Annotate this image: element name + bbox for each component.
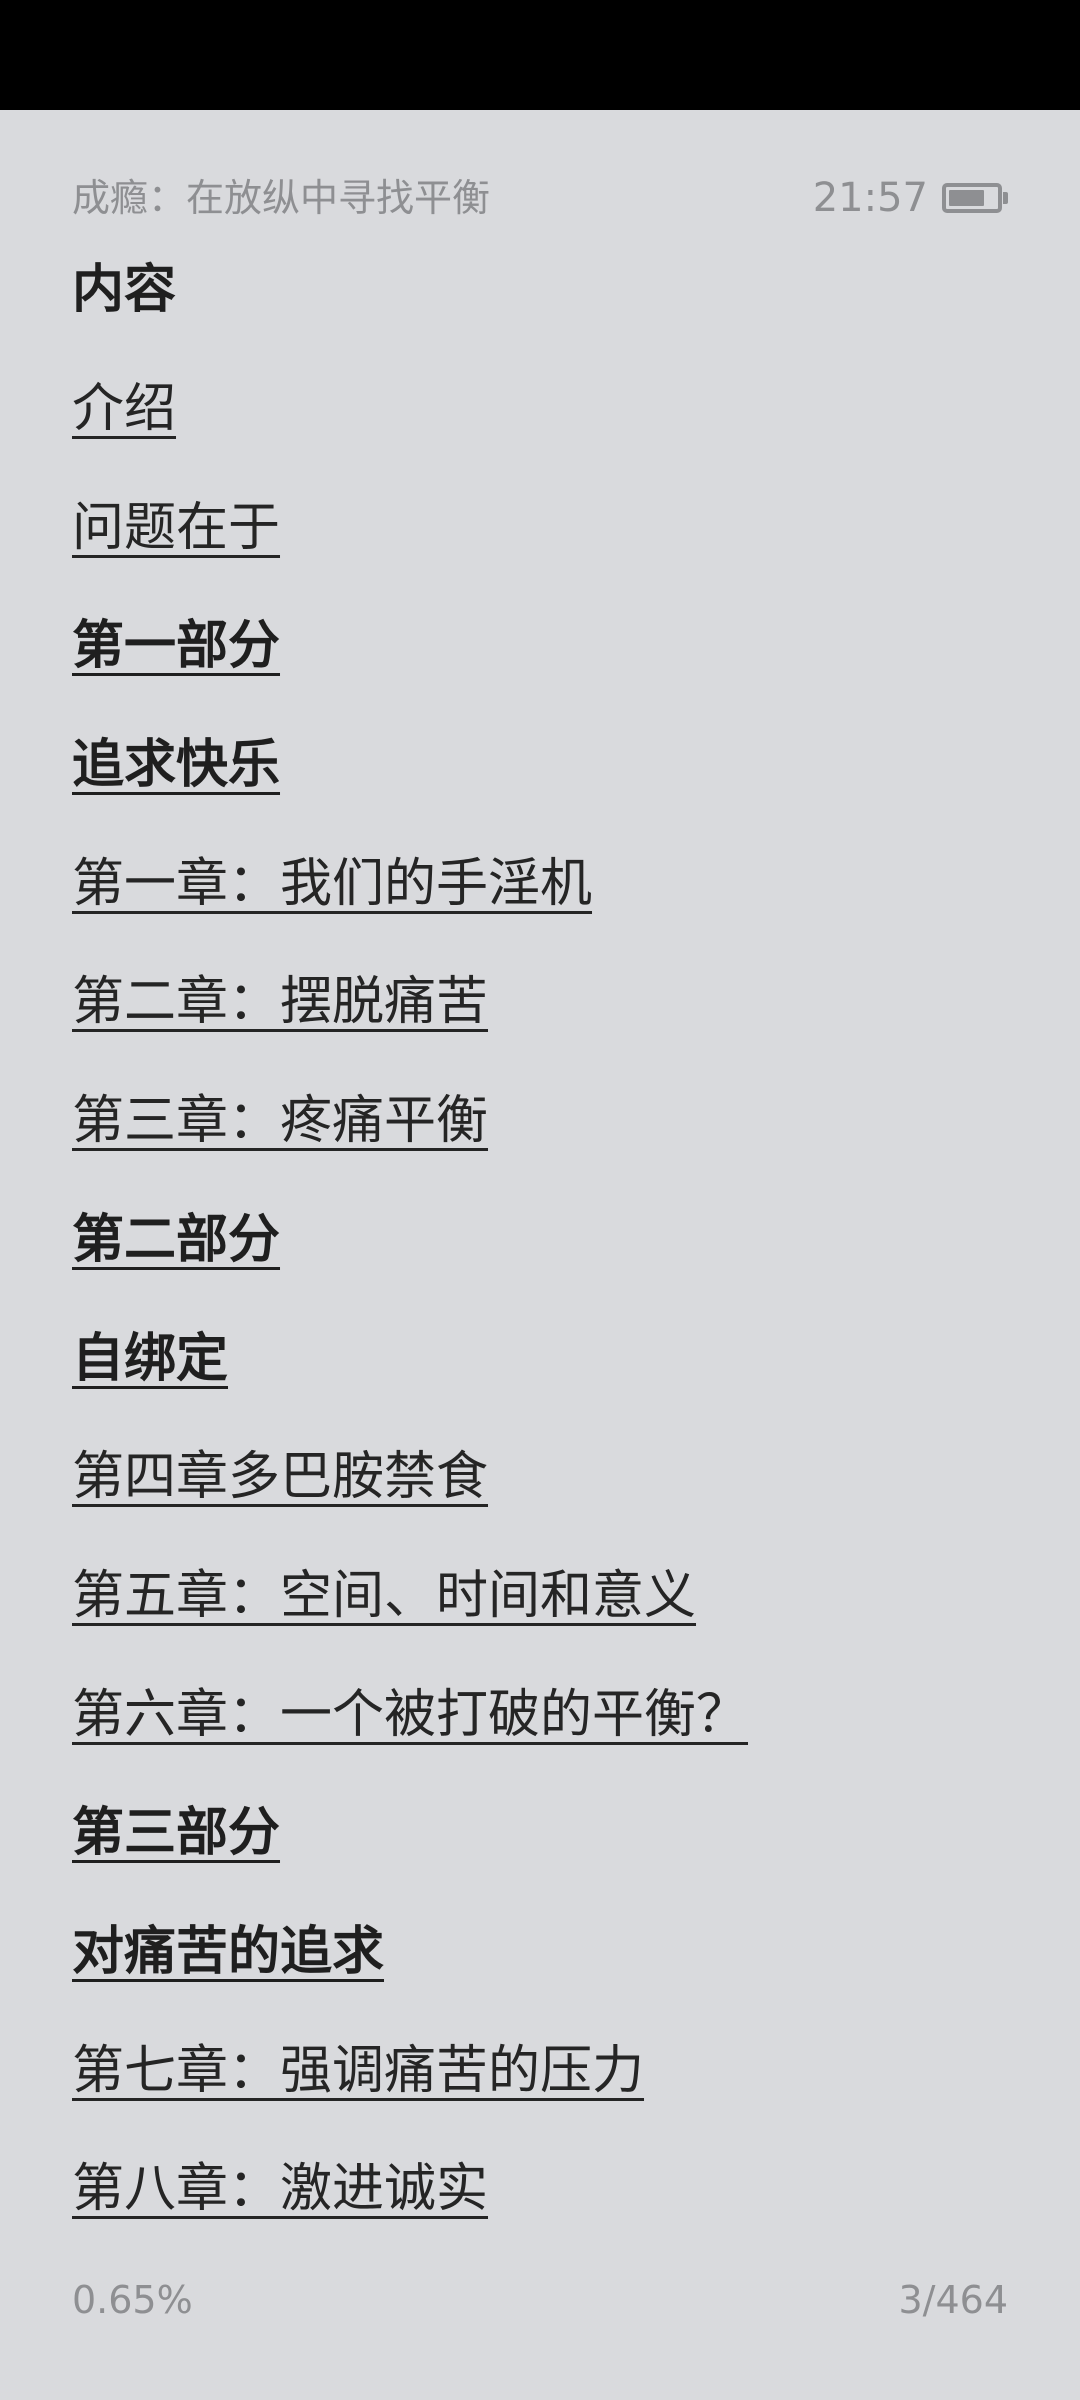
toc-item[interactable]: 问题在于	[72, 492, 1008, 611]
toc-item[interactable]: 第二部分	[72, 1204, 1008, 1323]
toc-item-label[interactable]: 自绑定	[72, 1329, 228, 1389]
reading-progress: 0.65%	[72, 2278, 193, 2322]
toc-item[interactable]: 第八章：激进诚实	[72, 2153, 1008, 2272]
page-indicator: 3/464	[898, 2278, 1008, 2322]
table-of-contents: 内容 介绍问题在于第一部分追求快乐第一章：我们的手淫机 第二章：摆脱痛苦 第三章：疼…	[72, 254, 1008, 2272]
toc-item[interactable]: 第七章：强调痛苦的压力	[72, 2035, 1008, 2154]
toc-item-label[interactable]: 第一部分	[72, 616, 280, 676]
reader-footer: 0.65% 3/464	[72, 2278, 1008, 2328]
toc-item-label[interactable]: 介绍	[72, 379, 176, 439]
battery-icon	[942, 183, 1002, 213]
toc-item-label[interactable]: 对痛苦的追求	[72, 1922, 384, 1982]
toc-item[interactable]: 第一章：我们的手淫机	[72, 848, 1008, 967]
book-title: 成瘾：在放纵中寻找平衡	[72, 176, 491, 220]
toc-item-label[interactable]: 第八章：激进诚实	[72, 2159, 488, 2219]
toc-item-label[interactable]: 追求快乐	[72, 735, 280, 795]
toc-item-label[interactable]: 第七章：强调痛苦的压力	[72, 2041, 644, 2101]
toc-item[interactable]: 第五章：空间、时间和意义	[72, 1560, 1008, 1679]
toc-item[interactable]: 介绍	[72, 373, 1008, 492]
toc-item-label[interactable]: 第三部分	[72, 1803, 280, 1863]
toc-item[interactable]: 第六章：一个被打破的平衡？	[72, 1679, 1008, 1798]
battery-tip	[1003, 192, 1008, 204]
battery-level	[949, 190, 984, 206]
reader-header: 成瘾：在放纵中寻找平衡 21:57	[72, 168, 1008, 228]
toc-item[interactable]: 第三部分	[72, 1797, 1008, 1916]
toc-item-label[interactable]: 第三章：疼痛平衡	[72, 1091, 488, 1151]
toc-item-label[interactable]: 第一章：我们的手淫机	[72, 854, 592, 914]
toc-item[interactable]: 第二章：摆脱痛苦	[72, 966, 1008, 1085]
toc-item[interactable]: 第一部分	[72, 610, 1008, 729]
toc-item-label[interactable]: 第二部分	[72, 1210, 280, 1270]
header-status: 21:57	[813, 168, 1008, 228]
toc-item[interactable]: 自绑定	[72, 1323, 1008, 1442]
system-status-bar	[0, 0, 1080, 110]
toc-heading: 内容	[72, 260, 177, 320]
toc-item[interactable]: 追求快乐	[72, 729, 1008, 848]
toc-item-label[interactable]: 第五章：空间、时间和意义	[72, 1566, 696, 1626]
toc-item-label[interactable]: 第二章：摆脱痛苦	[72, 972, 488, 1032]
toc-item[interactable]: 第四章多巴胺禁食	[72, 1441, 1008, 1560]
clock: 21:57	[812, 175, 928, 221]
toc-item-label[interactable]: 问题在于	[72, 498, 280, 558]
toc-item-label[interactable]: 第六章：一个被打破的平衡？	[72, 1685, 748, 1745]
toc-list: 介绍问题在于第一部分追求快乐第一章：我们的手淫机 第二章：摆脱痛苦 第三章：疼痛平衡…	[72, 373, 1008, 2272]
toc-item-label[interactable]: 第四章多巴胺禁食	[72, 1447, 488, 1507]
toc-item[interactable]: 第三章：疼痛平衡	[72, 1085, 1008, 1204]
toc-item[interactable]: 对痛苦的追求	[72, 1916, 1008, 2035]
